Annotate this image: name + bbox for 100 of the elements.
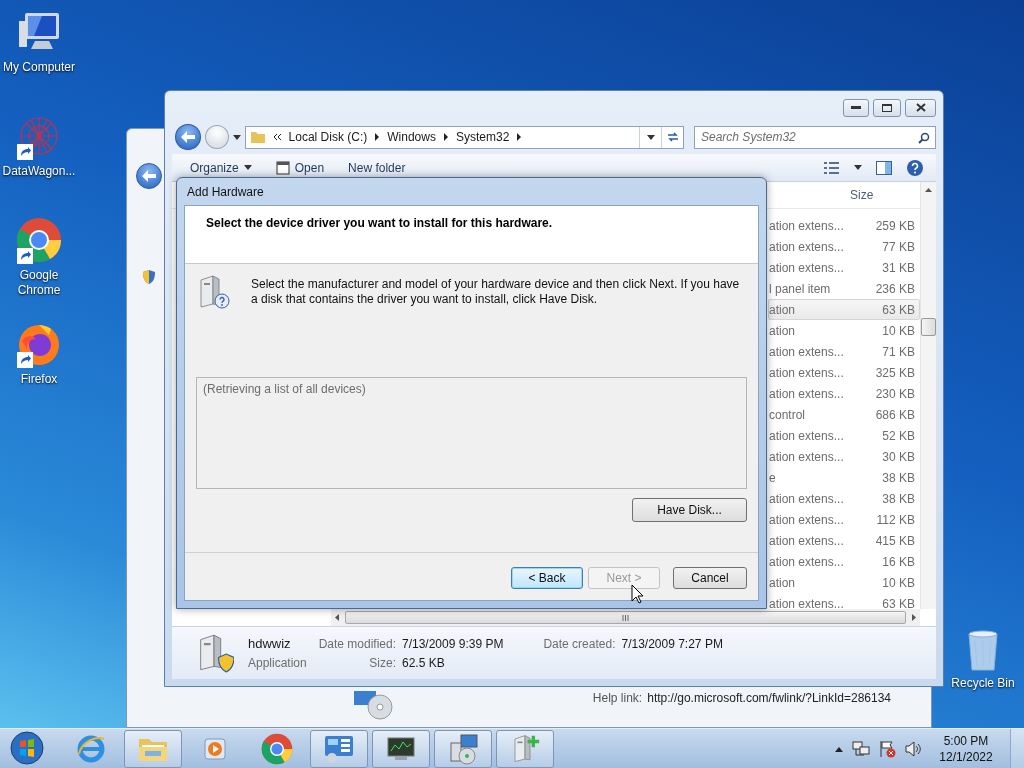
network-icon[interactable]: [852, 740, 870, 757]
search-field[interactable]: Search System32: [694, 125, 936, 149]
toolbar-button[interactable]: Open: [269, 155, 331, 180]
preview-pane-icon[interactable]: [876, 160, 892, 175]
desktop-icon-label[interactable]: Google Chrome: [1, 268, 77, 298]
horizontal-scrollbar[interactable]: [331, 609, 920, 626]
file-row[interactable]: ation extens... 63 KB: [768, 593, 920, 609]
file-row[interactable]: ation 10 KB: [768, 572, 920, 593]
dialog-button[interactable]: Cancel: [673, 567, 747, 589]
network-icon[interactable]: [17, 114, 61, 158]
help-link[interactable]: http://go.microsoft.com/fwlink/?LinkId=286134: [647, 691, 891, 705]
close-button[interactable]: [905, 98, 936, 117]
instructions-text: Select the manufacturer and model of your hardware device and then click Next. If you have a disk that contains the driver you want to install, click Have Disk.: [251, 276, 741, 308]
scroll-thumb[interactable]: [921, 318, 936, 336]
file-type-cell-text: ation extens...: [769, 218, 845, 233]
scroll-right-icon[interactable]: [912, 614, 916, 621]
file-type-cell-text: ation extens...: [769, 260, 845, 275]
back-arrow-icon: [180, 131, 195, 143]
caret-icon[interactable]: [646, 134, 655, 140]
caret-icon[interactable]: [243, 165, 252, 170]
file-row[interactable]: ation extens... 71 KB: [768, 341, 920, 362]
file-type-cell-text: ation: [769, 302, 797, 317]
file-size-cell-text: 30 KB: [881, 449, 916, 464]
file-size-cell-text: 686 KB: [874, 407, 916, 422]
vertical-scrollbar[interactable]: [920, 182, 936, 609]
shield-icon: [142, 269, 156, 285]
monitor-icon: [385, 734, 417, 763]
mouse-cursor-icon: [631, 584, 644, 604]
file-type-cell-text: ation: [769, 323, 797, 338]
scroll-left-icon[interactable]: [335, 614, 339, 621]
clock-time[interactable]: 5:00 PM: [943, 732, 989, 749]
file-type-cell-text: ation extens...: [769, 386, 845, 401]
file-type-cell-text: ation extens...: [769, 428, 845, 443]
file-row[interactable]: ation extens... 112 KB: [768, 509, 920, 530]
maximize-icon: [882, 103, 892, 112]
detail-label: Date created:: [543, 636, 616, 651]
breadcrumb-arrow-icon[interactable]: [442, 133, 449, 141]
file-row[interactable]: ation extens... 230 KB: [768, 383, 920, 404]
file-row[interactable]: ation 10 KB: [768, 320, 920, 341]
minimize-button[interactable]: [843, 98, 869, 117]
file-row[interactable]: e 38 KB: [768, 467, 920, 488]
desktop-icon-label[interactable]: My Computer: [1, 60, 77, 75]
file-size-cell-text: 230 KB: [874, 386, 916, 401]
taskbar-button[interactable]: [434, 729, 492, 768]
column-header[interactable]: Size: [848, 188, 920, 202]
file-row[interactable]: ation extens... 415 KB: [768, 530, 920, 551]
file-row[interactable]: ation extens... 38 KB: [768, 488, 920, 509]
breadcrumb-arrow-icon[interactable]: [374, 133, 381, 141]
toolbar-button[interactable]: New folder: [342, 155, 412, 180]
file-row[interactable]: ation extens... 77 KB: [768, 236, 920, 257]
desktop-icon-label[interactable]: Firefox: [1, 372, 77, 387]
detail-value: 62.5 KB: [402, 655, 446, 670]
volume-icon[interactable]: [904, 740, 922, 757]
breadcrumb[interactable]: Windows: [387, 130, 436, 144]
breadcrumb-arrow-icon[interactable]: [516, 133, 523, 141]
back-button[interactable]: [175, 124, 201, 150]
view-caret-icon[interactable]: [854, 165, 862, 170]
address-bar[interactable]: Local Disk (C:) Windows System32: [244, 125, 684, 149]
dialog-button[interactable]: < Back: [511, 567, 583, 589]
file-size-cell-text: 236 KB: [874, 281, 916, 296]
file-row[interactable]: ation extens... 259 KB: [768, 215, 920, 236]
file-row[interactable]: control 686 KB: [768, 404, 920, 425]
breadcrumb[interactable]: Local Disk (C:): [288, 130, 368, 144]
desktop-icon-label[interactable]: DataWagon...: [1, 164, 77, 179]
scroll-thumb[interactable]: [345, 611, 906, 624]
toolbar-button[interactable]: Organize: [184, 155, 258, 180]
back-button[interactable]: [136, 163, 162, 189]
file-size-cell-text: 63 KB: [881, 302, 916, 317]
taskbar-button[interactable]: [372, 729, 430, 768]
desktop-icon-label[interactable]: Recycle Bin: [945, 676, 1021, 691]
file-type-cell-text: control: [769, 407, 807, 422]
list-placeholder: (Retrieving a list of all devices): [203, 382, 366, 396]
file-type-cell-text: ation extens...: [769, 533, 845, 548]
detail-label: Size:: [368, 655, 396, 670]
history-caret-icon[interactable]: [232, 134, 241, 140]
media-player-icon: [202, 735, 228, 762]
close-icon: [915, 103, 926, 112]
file-row[interactable]: ation extens... 325 KB: [768, 362, 920, 383]
device-list[interactable]: (Retrieving a list of all devices): [196, 377, 747, 489]
file-row[interactable]: l panel item 236 KB: [768, 278, 920, 299]
detail-value: 7/13/2009 7:27 PM: [621, 636, 723, 651]
file-row[interactable]: ation extens... 52 KB: [768, 425, 920, 446]
grip-icon: [622, 614, 629, 621]
file-row[interactable]: ation extens... 31 KB: [768, 257, 920, 278]
file-size-cell-text: 77 KB: [881, 239, 916, 254]
flag-icon[interactable]: [878, 739, 896, 758]
file-size-cell-text: 112 KB: [875, 512, 916, 527]
file-row[interactable]: ation 63 KB: [768, 299, 920, 320]
breadcrumb[interactable]: System32: [455, 130, 510, 144]
clock-date[interactable]: 12/1/2022: [939, 748, 993, 765]
double-chevron-icon[interactable]: [272, 133, 282, 141]
view-options-icon[interactable]: [824, 161, 840, 174]
have-disk-button[interactable]: Have Disk...: [632, 498, 747, 522]
maximize-button[interactable]: [873, 98, 901, 117]
help-icon[interactable]: [906, 158, 924, 177]
file-row[interactable]: ation extens... 16 KB: [768, 551, 920, 572]
file-size-cell-text: 71 KB: [881, 344, 916, 359]
scroll-up-icon[interactable]: [925, 188, 932, 192]
file-row[interactable]: ation extens... 30 KB: [768, 446, 920, 467]
file-type-cell-text: e: [769, 470, 777, 485]
